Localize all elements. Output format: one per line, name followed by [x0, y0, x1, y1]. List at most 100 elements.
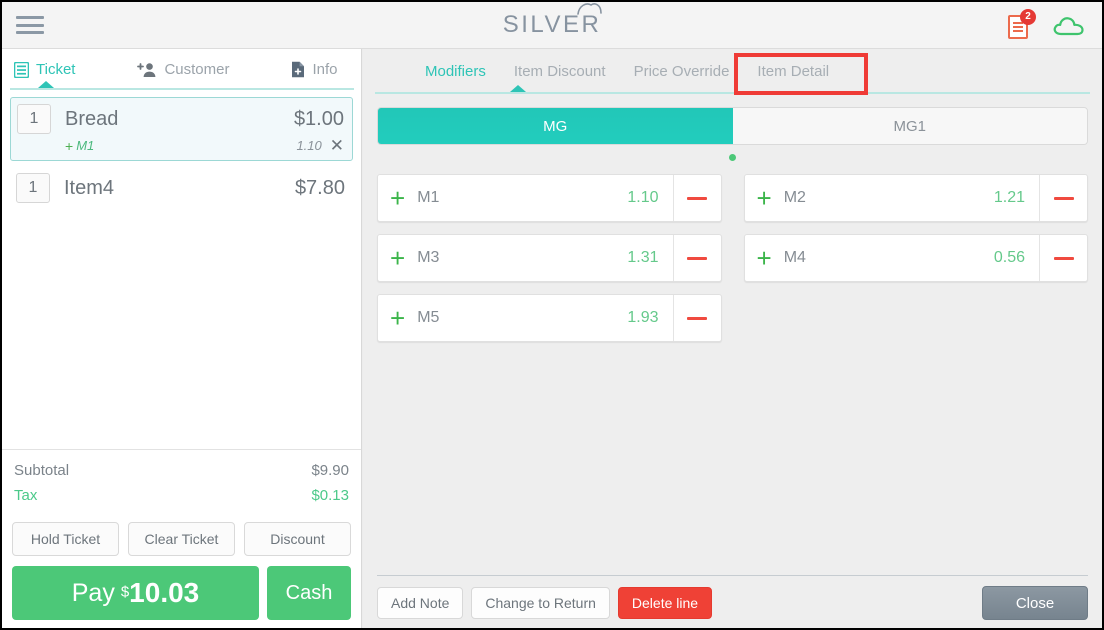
add-note-button[interactable]: Add Note	[377, 587, 464, 619]
hamburger-line	[16, 16, 44, 19]
brand-logo: SILVER	[2, 2, 1102, 48]
modifier-remove-button[interactable]	[672, 175, 721, 221]
minus-icon	[687, 196, 707, 200]
cloud-arc-icon	[577, 3, 603, 15]
delete-line-button[interactable]: Delete line	[617, 587, 713, 619]
tax-value: $0.13	[311, 487, 349, 504]
modifier-remove-button[interactable]	[672, 295, 721, 341]
modifier-name: M1	[76, 138, 95, 153]
plus-icon: +	[756, 243, 772, 273]
modifier-grid: + M1 1.10 + M2 1.21 + M3 1.31 + M4 0.56 …	[363, 162, 1102, 575]
list-item[interactable]: + M5 1.93	[377, 294, 722, 342]
modifier-add-area[interactable]: + M4 0.56	[745, 235, 1040, 281]
minus-icon	[1053, 196, 1074, 200]
quantity-stepper[interactable]: 1	[16, 173, 50, 203]
clear-ticket-button[interactable]: Clear Ticket	[128, 522, 235, 556]
ticket-tabs: Ticket Customer Info	[2, 49, 361, 90]
cash-button[interactable]: Cash	[267, 566, 351, 620]
modifier-remove-button[interactable]	[1039, 175, 1087, 221]
list-item[interactable]: + M2 1.21	[743, 174, 1088, 222]
modifier-remove-button[interactable]	[672, 235, 721, 281]
document-add-icon	[292, 61, 305, 78]
table-row[interactable]: 1 Item4 $7.80	[10, 167, 353, 209]
subtotal-label: Subtotal	[14, 462, 70, 479]
subtotal-value: $9.90	[311, 462, 349, 479]
plus-icon: +	[756, 183, 772, 213]
modifier-group-mg[interactable]: MG	[378, 108, 733, 144]
cloud-sync-icon[interactable]	[1052, 14, 1086, 38]
pay-label: Pay	[71, 578, 115, 607]
pagination-dot[interactable]	[729, 154, 736, 161]
tab-modifiers[interactable]: Modifiers	[411, 57, 500, 86]
ticket-action-buttons: Hold Ticket Clear Ticket Discount	[2, 516, 361, 566]
ticket-item-name: Bread	[65, 107, 119, 130]
modifier-price: 1.10	[627, 189, 659, 206]
ticket-item-price: $1.00	[293, 107, 344, 130]
minus-icon	[687, 256, 707, 260]
detail-panel: Modifiers Item Discount Price Override I…	[363, 49, 1102, 628]
tab-underline	[10, 88, 354, 90]
active-tab-caret	[510, 85, 526, 92]
tax-label: Tax	[14, 487, 38, 504]
modifier-name: M2	[783, 189, 806, 206]
change-to-return-button[interactable]: Change to Return	[471, 587, 610, 619]
modifier-name: M4	[783, 249, 806, 266]
receipt-icon[interactable]: 2	[1006, 8, 1036, 41]
modifier-price: 1.93	[627, 309, 659, 326]
ticket-totals: Subtotal $9.90 Tax $0.13	[2, 449, 361, 516]
payment-bar: Pay $10.03 Cash	[2, 566, 361, 628]
ticket-icon	[14, 61, 29, 78]
remove-modifier-icon[interactable]: ✕	[330, 137, 344, 154]
modifier-name: M1	[417, 189, 440, 206]
list-item[interactable]: + M3 1.31	[377, 234, 722, 282]
bottom-action-bar: Add Note Change to Return Delete line Cl…	[363, 576, 1102, 628]
tab-item-discount[interactable]: Item Discount	[500, 57, 620, 86]
sidebar-item-customer[interactable]: Customer	[137, 61, 229, 78]
list-item[interactable]: + M4 0.56	[743, 234, 1088, 282]
logo-text: SILVER	[502, 11, 602, 38]
hamburger-menu-icon[interactable]	[16, 14, 46, 36]
ticket-items-list: 1 Bread $1.00 + M1 1.10 ✕ 1 Item4 $7.80	[2, 90, 361, 449]
hamburger-line	[16, 23, 44, 27]
modifier-add-area[interactable]: + M1 1.10	[378, 175, 673, 221]
ticket-row-main: 1 Bread $1.00	[17, 104, 344, 134]
header-actions: 2	[1006, 2, 1086, 49]
modifier-add-area[interactable]: + M3 1.31	[378, 235, 673, 281]
sidebar-item-ticket[interactable]: Ticket	[14, 61, 75, 78]
minus-icon	[687, 316, 707, 320]
pay-amount-wrap: $10.03	[121, 577, 199, 609]
quantity-stepper[interactable]: 1	[17, 104, 51, 134]
list-item[interactable]: + M1 1.10	[377, 174, 722, 222]
app-header: SILVER 2	[2, 2, 1102, 49]
modifier-add-area[interactable]: + M2 1.21	[745, 175, 1040, 221]
currency-symbol: $	[120, 583, 130, 601]
modifier-remove-button[interactable]	[1039, 235, 1087, 281]
modifier-name: M5	[417, 309, 440, 326]
modifier-price: 1.21	[993, 189, 1025, 206]
pay-button[interactable]: Pay $10.03	[12, 566, 259, 620]
ticket-item-price: $7.80	[294, 176, 345, 199]
logo-text-wrap: SILVER	[502, 3, 603, 39]
pay-amount: 10.03	[129, 577, 200, 608]
pos-app-window: SILVER 2 Ticket Customer Info 1 Bread $1…	[0, 0, 1104, 630]
modifier-add-area[interactable]: + M5 1.93	[378, 295, 673, 341]
discount-button[interactable]: Discount	[244, 522, 351, 556]
plus-icon: +	[390, 243, 406, 273]
sidebar-item-info[interactable]: Info	[291, 61, 338, 78]
tab-price-override[interactable]: Price Override	[620, 57, 744, 86]
hold-ticket-button[interactable]: Hold Ticket	[12, 522, 119, 556]
sidebar-item-label: Ticket	[36, 61, 76, 78]
modifier-name: M3	[417, 249, 440, 266]
modifier-group-toggle: MG MG1	[377, 107, 1088, 145]
receipt-line	[1013, 25, 1023, 28]
modifier-price: 0.56	[993, 249, 1025, 266]
modifier-group-mg1[interactable]: MG1	[732, 108, 1087, 144]
tax-row: Tax $0.13	[14, 487, 349, 504]
ticket-row-main: 1 Item4 $7.80	[16, 173, 345, 203]
tab-item-detail[interactable]: Item Detail	[743, 57, 843, 86]
tab-underline	[375, 92, 1090, 94]
table-row[interactable]: 1 Bread $1.00 + M1 1.10 ✕	[10, 97, 353, 161]
modifier-price: 1.10	[296, 138, 322, 153]
add-person-icon	[137, 62, 156, 77]
close-button[interactable]: Close	[982, 586, 1088, 620]
